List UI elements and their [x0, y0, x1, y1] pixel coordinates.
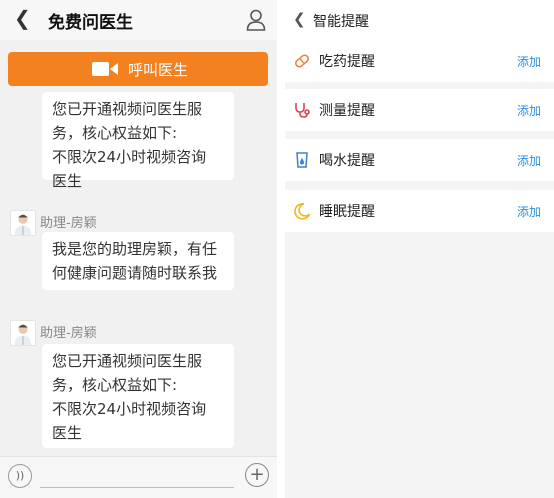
- message-line: 您已开通视频问医生服: [52, 352, 203, 370]
- call-doctor-button[interactable]: 呼叫医生: [8, 52, 268, 86]
- message-line: 医生: [52, 172, 83, 190]
- add-button[interactable]: 添加: [517, 53, 541, 70]
- reminder-row-water[interactable]: 喝水提醒 添加: [285, 139, 554, 181]
- reminder-label: 测量提醒: [319, 103, 375, 119]
- chat-message: 我是您的助理房颖，有任 何健康问题请随时联系我: [42, 232, 234, 290]
- back-icon[interactable]: ❮: [14, 6, 31, 30]
- reminder-label: 睡眠提醒: [319, 204, 375, 220]
- panel-divider: [277, 0, 285, 498]
- add-button[interactable]: 添加: [517, 152, 541, 169]
- add-button[interactable]: 添加: [517, 203, 541, 220]
- message-line: 医生: [52, 424, 83, 442]
- message-input[interactable]: [40, 487, 234, 488]
- voice-input-icon[interactable]: )): [8, 464, 32, 488]
- reminder-row-medicine[interactable]: 吃药提醒 添加: [285, 40, 554, 82]
- chat-input-bar: )) +: [0, 456, 277, 498]
- moon-icon: [294, 203, 311, 220]
- sender-name: 助理-房颖: [40, 216, 97, 231]
- water-cup-icon: [296, 152, 308, 168]
- reminders-panel: ❮ 智能提醒 吃药提醒 添加 测量提醒 添加 喝水提醒 添加 睡眠提醒 添加: [285, 0, 554, 498]
- message-line: 不限次24小时视频咨询: [52, 400, 207, 418]
- reminder-label: 吃药提醒: [319, 54, 375, 70]
- back-icon[interactable]: ❮: [293, 10, 306, 28]
- message-line: 您已开通视频问医生服: [52, 100, 203, 118]
- reminders-header: ❮ 智能提醒: [285, 0, 554, 40]
- page-title: 免费问医生: [48, 13, 133, 33]
- avatar: [10, 210, 36, 236]
- reminder-row-measure[interactable]: 测量提醒 添加: [285, 89, 554, 131]
- sender-name: 助理-房颖: [40, 326, 97, 341]
- message-line: 务，核心权益如下:: [52, 376, 178, 394]
- chat-message: 您已开通视频问医生服 务，核心权益如下: 不限次24小时视频咨询 医生: [42, 92, 234, 190]
- page-title: 智能提醒: [313, 14, 369, 30]
- message-line: 我是您的助理房颖，有任: [52, 240, 218, 258]
- message-line: 何健康问题请随时联系我: [52, 264, 218, 282]
- pill-icon: [295, 54, 309, 68]
- user-profile-icon[interactable]: [246, 9, 266, 31]
- chat-header: ❮ 免费问医生: [0, 0, 277, 40]
- message-line: 不限次24小时视频咨询: [52, 148, 207, 166]
- stethoscope-icon: [295, 103, 310, 118]
- chat-panel: ❮ 免费问医生 呼叫医生 您已开通视频问医生服 务，核心权益如下: 不限次24小…: [0, 0, 277, 498]
- message-line: 务，核心权益如下:: [52, 124, 178, 142]
- avatar: [10, 320, 36, 346]
- add-button[interactable]: 添加: [517, 102, 541, 119]
- plus-icon[interactable]: +: [245, 463, 269, 487]
- call-doctor-label: 呼叫医生: [128, 61, 189, 79]
- reminder-row-sleep[interactable]: 睡眠提醒 添加: [285, 190, 554, 232]
- video-camera-icon: [92, 62, 118, 76]
- chat-message: 您已开通视频问医生服 务，核心权益如下: 不限次24小时视频咨询 医生: [42, 344, 234, 448]
- reminder-label: 喝水提醒: [319, 153, 375, 169]
